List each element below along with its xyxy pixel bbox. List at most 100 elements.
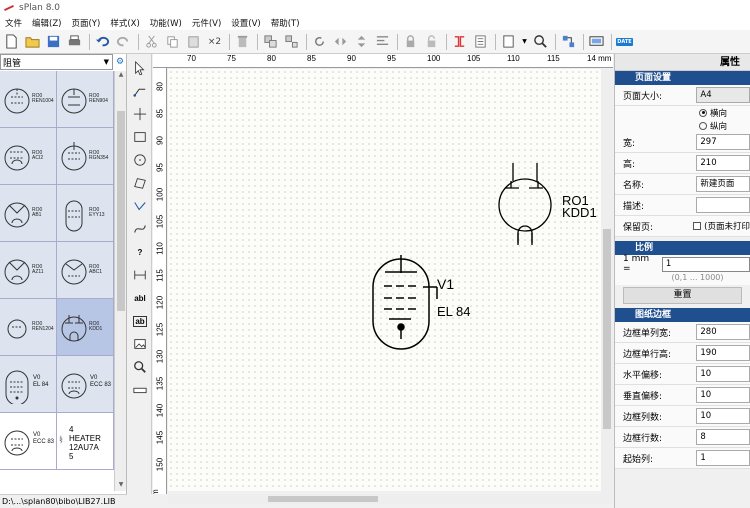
scale-header[interactable]: 比例 <box>615 241 750 255</box>
bezier-tool[interactable] <box>130 196 150 216</box>
rotate-button[interactable] <box>310 32 329 51</box>
cut-button[interactable] <box>142 32 161 51</box>
undo-button[interactable] <box>93 32 112 51</box>
page-settings-header[interactable]: 页面设置 <box>615 71 750 85</box>
textbox-tool[interactable]: ab <box>130 311 150 331</box>
save-button[interactable] <box>44 32 63 51</box>
circle-tool[interactable] <box>130 150 150 170</box>
align-button[interactable] <box>373 32 392 51</box>
library-item[interactable]: RO0 EYY13 <box>57 185 114 242</box>
library-item[interactable]: V0 EL 84 <box>0 356 57 413</box>
library-item[interactable]: RO0 REN1204 <box>0 299 57 356</box>
library-item[interactable]: RO0 REN1004 <box>0 71 57 128</box>
border-row-input[interactable]: 8 <box>696 429 750 445</box>
library-item[interactable]: RO0 REN904 <box>57 71 114 128</box>
scroll-thumb[interactable] <box>603 229 611 429</box>
menu-settings[interactable]: 设置(V) <box>226 17 265 29</box>
menu-page[interactable]: 页面(Y) <box>66 17 105 29</box>
layout-button[interactable] <box>559 32 578 51</box>
keep-page-checkbox[interactable] <box>693 222 702 230</box>
radio-landscape[interactable] <box>699 108 707 117</box>
text-tool[interactable]: abl <box>130 288 150 308</box>
crosshair-tool[interactable] <box>130 104 150 124</box>
image-tool[interactable] <box>130 334 150 354</box>
library-item[interactable]: RO0 RGN354 <box>57 128 114 185</box>
tube-el84[interactable] <box>372 255 438 350</box>
reset-button[interactable]: 重置 <box>623 287 742 304</box>
zoom-button[interactable] <box>531 32 550 51</box>
menu-component[interactable]: 元件(V) <box>187 17 226 29</box>
library-scrollbar[interactable]: ▲ ▼ <box>114 71 126 491</box>
zoom-x2-button[interactable]: ×2 <box>205 32 224 51</box>
border-row-input[interactable]: 1 <box>696 450 750 466</box>
help-tool[interactable]: ? <box>130 242 150 262</box>
mirror-h-button[interactable] <box>331 32 350 51</box>
scroll-thumb[interactable] <box>117 111 125 311</box>
zoom-tool[interactable] <box>130 357 150 377</box>
menu-style[interactable]: 样式(X) <box>105 17 144 29</box>
library-item[interactable]: RO0 ACI2 <box>0 128 57 185</box>
menu-edit[interactable]: 编辑(Z) <box>27 17 66 29</box>
scroll-down-icon[interactable]: ▼ <box>115 481 127 491</box>
library-select[interactable]: 阻管 ▼ <box>0 54 113 70</box>
lock-button[interactable] <box>401 32 420 51</box>
mirror-v-button[interactable] <box>352 32 371 51</box>
border-row-input[interactable]: 10 <box>696 387 750 403</box>
library-settings-icon[interactable]: ⚙ <box>114 55 126 69</box>
library-item[interactable]: V0 ECC 83 <box>57 356 114 413</box>
canvas-vertical-scrollbar[interactable] <box>601 69 613 494</box>
library-item[interactable]: V0 ECC 83 <box>0 413 57 470</box>
polygon-tool[interactable] <box>130 173 150 193</box>
menu-help[interactable]: 帮助(T) <box>266 17 305 29</box>
print-button[interactable] <box>65 32 84 51</box>
tube-kdd1[interactable] <box>498 163 552 245</box>
connect-button[interactable] <box>450 32 469 51</box>
scroll-thumb[interactable] <box>268 496 378 502</box>
drawing-canvas[interactable]: RO1 KDD1 V1 EL 84 <box>168 69 601 491</box>
paste-button[interactable] <box>184 32 203 51</box>
select-tool[interactable] <box>130 58 150 78</box>
orientation-landscape-option[interactable]: 横向 <box>615 106 750 119</box>
border-row-input[interactable]: 280 <box>696 324 750 340</box>
bom-button[interactable] <box>471 32 490 51</box>
border-row-input[interactable]: 10 <box>696 366 750 382</box>
library-item[interactable]: RO0 ABC1 <box>57 242 114 299</box>
scale-input[interactable]: 1 <box>661 256 750 272</box>
description-input[interactable] <box>696 197 750 213</box>
library-item[interactable]: RO0 AZ11 <box>0 242 57 299</box>
border-row-input[interactable]: 190 <box>696 345 750 361</box>
curve-tool[interactable] <box>130 219 150 239</box>
line-tool[interactable] <box>130 81 150 101</box>
copy-button[interactable] <box>163 32 182 51</box>
group-button[interactable] <box>261 32 280 51</box>
border-row-input[interactable]: 10 <box>696 408 750 424</box>
canvas-horizontal-scrollbar[interactable] <box>168 494 613 504</box>
height-input[interactable]: 210 <box>696 155 750 171</box>
orientation-portrait-option[interactable]: 纵向 <box>615 119 750 132</box>
radio-portrait[interactable] <box>699 121 707 130</box>
border-header[interactable]: 图纸边框 <box>615 308 750 322</box>
open-file-button[interactable] <box>23 32 42 51</box>
ungroup-button[interactable] <box>282 32 301 51</box>
page-button[interactable] <box>499 32 518 51</box>
library-item[interactable]: RO0 AB1 <box>0 185 57 242</box>
redo-button[interactable] <box>114 32 133 51</box>
new-file-button[interactable] <box>2 32 21 51</box>
zoom-dropdown[interactable]: ▼ <box>520 32 529 51</box>
rectangle-tool[interactable] <box>130 127 150 147</box>
keep-page-checkbox-row[interactable]: (页面未打印 <box>693 220 750 232</box>
page-size-value[interactable]: A4 <box>696 87 750 103</box>
date-button[interactable]: DATE <box>615 32 634 51</box>
width-input[interactable]: 297 <box>696 134 750 150</box>
unlock-button[interactable] <box>422 32 441 51</box>
menu-function[interactable]: 功能(W) <box>145 17 187 29</box>
scroll-up-icon[interactable]: ▲ <box>115 71 127 81</box>
ruler-tool[interactable] <box>130 380 150 400</box>
menu-file[interactable]: 文件 <box>0 17 27 29</box>
delete-button[interactable] <box>233 32 252 51</box>
screen-button[interactable] <box>587 32 606 51</box>
name-input[interactable]: 新建页面 <box>696 176 750 192</box>
measure-tool[interactable] <box>130 265 150 285</box>
library-item[interactable]: 4 HEATER 12AU7A 5 <box>57 413 114 470</box>
library-item[interactable]: RO0 KDD1 <box>57 299 114 356</box>
